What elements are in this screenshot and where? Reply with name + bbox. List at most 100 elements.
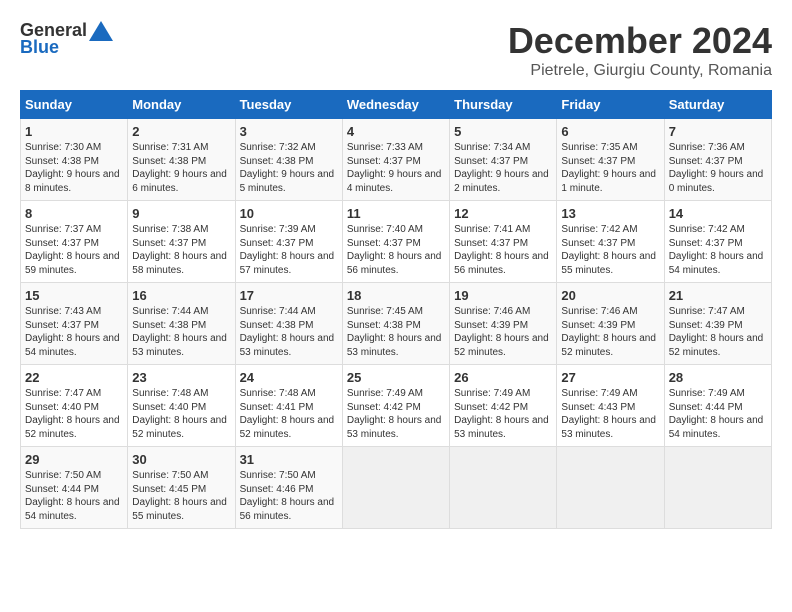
- calendar-cell: 7Sunrise: 7:36 AMSunset: 4:37 PMDaylight…: [664, 119, 771, 201]
- day-number: 1: [25, 124, 123, 139]
- calendar-cell: 25 Sunrise: 7:49 AMSunset: 4:42 PMDayligh…: [342, 365, 449, 447]
- cell-info: Sunrise: 7:50 AMSunset: 4:44 PMDaylight:…: [25, 470, 120, 522]
- calendar-cell: 11 Sunrise: 7:40 AMSunset: 4:37 PMDayligh…: [342, 201, 449, 283]
- header-friday: Friday: [557, 91, 664, 119]
- calendar-cell: 20Sunrise: 7:46 AMSunset: 4:39 PMDayligh…: [557, 283, 664, 365]
- cell-info: Sunrise: 7:35 AMSunset: 4:37 PMDaylight:…: [561, 142, 656, 194]
- header-wednesday: Wednesday: [342, 91, 449, 119]
- cell-info: Sunrise: 7:31 AMSunset: 4:38 PMDaylight:…: [132, 142, 227, 194]
- calendar-cell: 6 Sunrise: 7:35 AMSunset: 4:37 PMDaylight…: [557, 119, 664, 201]
- cell-info: Sunrise: 7:42 AMSunset: 4:37 PMDaylight:…: [561, 224, 656, 276]
- day-number: 5: [454, 124, 552, 139]
- day-number: 26: [454, 370, 552, 385]
- day-number: 11: [347, 206, 445, 221]
- header-area: General Blue December 2024 Pietrele, Giu…: [20, 20, 772, 80]
- calendar-cell: 23Sunrise: 7:48 AMSunset: 4:40 PMDayligh…: [128, 365, 235, 447]
- day-number: 18: [347, 288, 445, 303]
- cell-info: Sunrise: 7:34 AMSunset: 4:37 PMDaylight:…: [454, 142, 549, 194]
- calendar-cell: 31Sunrise: 7:50 AMSunset: 4:46 PMDayligh…: [235, 447, 342, 529]
- logo: General Blue: [20, 20, 113, 58]
- day-number: 13: [561, 206, 659, 221]
- calendar-cell: [342, 447, 449, 529]
- calendar-cell: 8Sunrise: 7:37 AMSunset: 4:37 PMDaylight…: [21, 201, 128, 283]
- calendar-cell: 22 Sunrise: 7:47 AMSunset: 4:40 PMDayligh…: [21, 365, 128, 447]
- day-number: 4: [347, 124, 445, 139]
- calendar-cell: 26 Sunrise: 7:49 AMSunset: 4:42 PMDayligh…: [450, 365, 557, 447]
- header-monday: Monday: [128, 91, 235, 119]
- cell-info: Sunrise: 7:50 AMSunset: 4:45 PMDaylight:…: [132, 470, 227, 522]
- cell-info: Sunrise: 7:49 AMSunset: 4:42 PMDaylight:…: [454, 388, 549, 440]
- calendar-week-row: 29Sunrise: 7:50 AMSunset: 4:44 PMDayligh…: [21, 447, 772, 529]
- calendar-cell: 14 Sunrise: 7:42 AMSunset: 4:37 PMDayligh…: [664, 201, 771, 283]
- day-number: 9: [132, 206, 230, 221]
- cell-info: Sunrise: 7:48 AMSunset: 4:40 PMDaylight:…: [132, 388, 227, 440]
- day-number: 3: [240, 124, 338, 139]
- cell-info: Sunrise: 7:44 AMSunset: 4:38 PMDaylight:…: [240, 306, 335, 358]
- cell-info: Sunrise: 7:49 AMSunset: 4:42 PMDaylight:…: [347, 388, 442, 440]
- calendar-cell: 12Sunrise: 7:41 AMSunset: 4:37 PMDayligh…: [450, 201, 557, 283]
- day-number: 21: [669, 288, 767, 303]
- cell-info: Sunrise: 7:49 AMSunset: 4:43 PMDaylight:…: [561, 388, 656, 440]
- cell-info: Sunrise: 7:47 AMSunset: 4:40 PMDaylight:…: [25, 388, 120, 440]
- calendar-week-row: 22 Sunrise: 7:47 AMSunset: 4:40 PMDayligh…: [21, 365, 772, 447]
- day-number: 22: [25, 370, 123, 385]
- calendar-cell: 2 Sunrise: 7:31 AMSunset: 4:38 PMDaylight…: [128, 119, 235, 201]
- cell-info: Sunrise: 7:47 AMSunset: 4:39 PMDaylight:…: [669, 306, 764, 358]
- calendar-cell: 19Sunrise: 7:46 AMSunset: 4:39 PMDayligh…: [450, 283, 557, 365]
- calendar-cell: 28 Sunrise: 7:49 AMSunset: 4:44 PMDayligh…: [664, 365, 771, 447]
- cell-info: Sunrise: 7:36 AMSunset: 4:37 PMDaylight:…: [669, 142, 764, 194]
- calendar-week-row: 1Sunrise: 7:30 AMSunset: 4:38 PMDaylight…: [21, 119, 772, 201]
- calendar-week-row: 15Sunrise: 7:43 AMSunset: 4:37 PMDayligh…: [21, 283, 772, 365]
- cell-info: Sunrise: 7:46 AMSunset: 4:39 PMDaylight:…: [561, 306, 656, 358]
- calendar-header-row: SundayMondayTuesdayWednesdayThursdayFrid…: [21, 91, 772, 119]
- calendar-cell: 21 Sunrise: 7:47 AMSunset: 4:39 PMDayligh…: [664, 283, 771, 365]
- calendar-cell: 13 Sunrise: 7:42 AMSunset: 4:37 PMDayligh…: [557, 201, 664, 283]
- calendar-cell: 1Sunrise: 7:30 AMSunset: 4:38 PMDaylight…: [21, 119, 128, 201]
- cell-info: Sunrise: 7:48 AMSunset: 4:41 PMDaylight:…: [240, 388, 335, 440]
- calendar-cell: 30 Sunrise: 7:50 AMSunset: 4:45 PMDayligh…: [128, 447, 235, 529]
- title-area: December 2024 Pietrele, Giurgiu County, …: [508, 20, 772, 80]
- calendar-cell: 10 Sunrise: 7:39 AMSunset: 4:37 PMDayligh…: [235, 201, 342, 283]
- month-title: December 2024: [508, 20, 772, 62]
- day-number: 28: [669, 370, 767, 385]
- calendar-cell: 17 Sunrise: 7:44 AMSunset: 4:38 PMDayligh…: [235, 283, 342, 365]
- header-saturday: Saturday: [664, 91, 771, 119]
- day-number: 30: [132, 452, 230, 467]
- calendar-cell: 4 Sunrise: 7:33 AMSunset: 4:37 PMDaylight…: [342, 119, 449, 201]
- day-number: 8: [25, 206, 123, 221]
- calendar-cell: 27 Sunrise: 7:49 AMSunset: 4:43 PMDayligh…: [557, 365, 664, 447]
- calendar-cell: 29Sunrise: 7:50 AMSunset: 4:44 PMDayligh…: [21, 447, 128, 529]
- day-number: 15: [25, 288, 123, 303]
- day-number: 14: [669, 206, 767, 221]
- day-number: 2: [132, 124, 230, 139]
- calendar-cell: 15Sunrise: 7:43 AMSunset: 4:37 PMDayligh…: [21, 283, 128, 365]
- calendar-cell: 16Sunrise: 7:44 AMSunset: 4:38 PMDayligh…: [128, 283, 235, 365]
- calendar-cell: [557, 447, 664, 529]
- logo-blue: Blue: [20, 37, 59, 58]
- cell-info: Sunrise: 7:40 AMSunset: 4:37 PMDaylight:…: [347, 224, 442, 276]
- cell-info: Sunrise: 7:46 AMSunset: 4:39 PMDaylight:…: [454, 306, 549, 358]
- calendar-table: SundayMondayTuesdayWednesdayThursdayFrid…: [20, 90, 772, 529]
- calendar-cell: 9 Sunrise: 7:38 AMSunset: 4:37 PMDaylight…: [128, 201, 235, 283]
- day-number: 10: [240, 206, 338, 221]
- day-number: 17: [240, 288, 338, 303]
- cell-info: Sunrise: 7:49 AMSunset: 4:44 PMDaylight:…: [669, 388, 764, 440]
- cell-info: Sunrise: 7:42 AMSunset: 4:37 PMDaylight:…: [669, 224, 764, 276]
- cell-info: Sunrise: 7:38 AMSunset: 4:37 PMDaylight:…: [132, 224, 227, 276]
- calendar-week-row: 8Sunrise: 7:37 AMSunset: 4:37 PMDaylight…: [21, 201, 772, 283]
- header-tuesday: Tuesday: [235, 91, 342, 119]
- day-number: 12: [454, 206, 552, 221]
- cell-info: Sunrise: 7:39 AMSunset: 4:37 PMDaylight:…: [240, 224, 335, 276]
- cell-info: Sunrise: 7:33 AMSunset: 4:37 PMDaylight:…: [347, 142, 442, 194]
- day-number: 31: [240, 452, 338, 467]
- header-sunday: Sunday: [21, 91, 128, 119]
- day-number: 25: [347, 370, 445, 385]
- calendar-cell: [450, 447, 557, 529]
- day-number: 27: [561, 370, 659, 385]
- subtitle: Pietrele, Giurgiu County, Romania: [508, 62, 772, 80]
- calendar-cell: [664, 447, 771, 529]
- day-number: 16: [132, 288, 230, 303]
- cell-info: Sunrise: 7:45 AMSunset: 4:38 PMDaylight:…: [347, 306, 442, 358]
- day-number: 6: [561, 124, 659, 139]
- calendar-cell: 24Sunrise: 7:48 AMSunset: 4:41 PMDayligh…: [235, 365, 342, 447]
